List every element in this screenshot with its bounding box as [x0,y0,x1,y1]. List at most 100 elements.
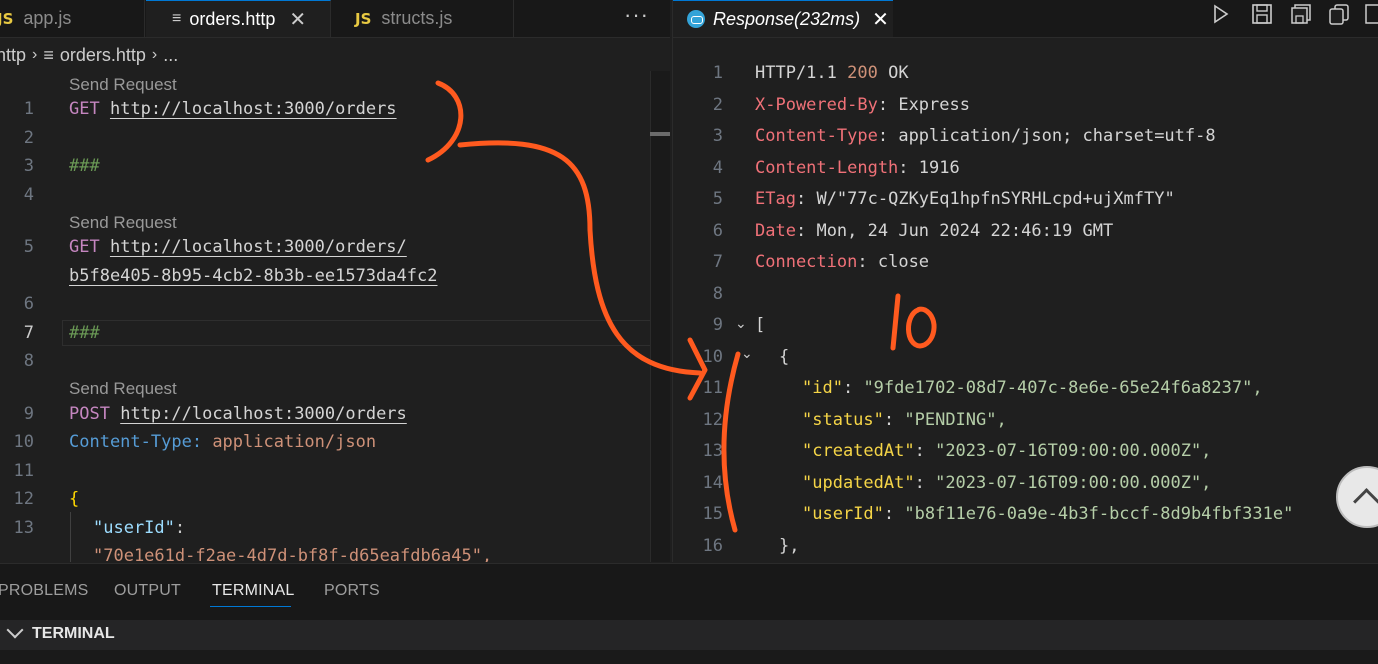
line-number: 5 [23,237,34,257]
header-name: Content-Length [755,158,899,178]
tab-app-js[interactable]: JS app.js [0,0,145,37]
line-number: 4 [712,158,723,178]
header-value: Express [898,95,970,115]
json-open-brace: { [69,489,80,509]
run-icon[interactable] [1211,3,1231,25]
fold-chevron-icon[interactable]: ⌄ [735,316,747,332]
header-name: Connection [755,252,858,272]
header-name: Content-Type [755,126,878,146]
editor-scrollbar[interactable] [650,71,670,562]
save-body-icon[interactable] [1290,3,1311,25]
line-number: 14 [702,473,723,493]
line-number: 11 [13,461,34,481]
bottom-panel: PROBLEMS OUTPUT TERMINAL PORTS TERMINAL [0,563,1378,664]
line-number: 13 [13,518,34,538]
line-number: 9 [712,315,723,335]
json-key: "createdAt" [802,441,915,461]
header-value: application/json [212,432,377,452]
chevron-right-icon: › [32,46,38,63]
terminal-section-header[interactable] [0,620,1378,650]
json-key: "updatedAt" [802,473,915,493]
file-lines-icon: ≡ [172,10,182,27]
tab-terminal[interactable]: TERMINAL [212,582,295,600]
header-value: close [877,252,930,272]
json-value: "2023-07-16T09:00:00.000Z", [935,441,1212,461]
response-header: ETag: W/"77c-QZKyEq1hpfnSYRHLcpd+ujXmfTY… [755,189,1175,209]
http-method: POST [69,404,110,424]
json-key: "status" [802,410,884,430]
line-number: 4 [23,185,34,205]
header-name: ETag [755,189,796,209]
tab-label: orders.http [189,8,276,29]
terminal-area[interactable] [0,650,1378,664]
line-number: 8 [712,284,723,304]
tab-problems[interactable]: PROBLEMS [0,582,89,600]
header-value: W/"77c-QZKyEq1hpfnSYRHLcpd+ujXmfTY" [816,189,1175,209]
tab-label: Response(232ms) [713,8,861,29]
line-number: 1 [23,99,34,119]
json-value: "9fde1702-08d7-407c-8e6e-65e24f6a8237", [863,378,1263,398]
line-number: 3 [23,156,34,176]
tab-response[interactable]: Response(232ms) ✕ [673,0,893,37]
json-entry: "userId": "b8f11e76-0a9e-4b3f-bccf-8d9b4… [802,504,1294,524]
request-editor: JS app.js ≡ orders.http ✕ JS structs.js … [0,0,670,562]
fold-chevron-icon[interactable]: ⌄ [741,346,753,362]
scroll-to-top-button[interactable] [1336,466,1378,528]
line-number: 13 [702,441,723,461]
json-open-brace: { [779,347,790,367]
request-url-continued[interactable]: b5f8e405-8b95-4cb2-8b3b-ee1573da4fc2 [69,266,437,286]
http-version: HTTP/1.1 [755,63,837,83]
send-request-codelens[interactable]: Send Request [69,379,177,399]
breadcrumb-folder[interactable]: http [0,45,26,66]
more-actions-icon[interactable]: ··· [624,0,649,37]
split-editor-icon[interactable] [1363,3,1378,25]
tab-output[interactable]: OUTPUT [114,582,181,600]
header-colon: : [877,126,889,146]
json-colon: : [174,518,186,538]
line-number: 9 [23,404,34,424]
tab-structs-js[interactable]: JS structs.js [331,0,514,37]
header-name: Content-Type: [69,432,203,452]
line-number: 6 [23,294,34,314]
line-number: 15 [702,504,723,524]
json-value: "b8f11e76-0a9e-4b3f-bccf-8d9b4fbf331e" [904,504,1294,524]
header-name: X-Powered-By [755,95,878,115]
json-key: "id" [802,378,843,398]
code-line: GET http://localhost:3000/orders [69,99,397,119]
status-line: HTTP/1.1 200 OK [755,63,909,83]
js-file-icon: JS [0,9,14,28]
tab-ports[interactable]: PORTS [324,582,380,600]
header-value: 1916 [918,158,960,178]
code-line: Content-Type: application/json [69,432,376,452]
response-header: Content-Length: 1916 [755,158,960,178]
send-request-codelens[interactable]: Send Request [69,75,177,95]
request-separator: ### [69,323,100,343]
request-url[interactable]: http://localhost:3000/orders [110,99,397,119]
line-number: 12 [13,489,34,509]
json-string: "70e1e61d-f2ae-4d7d-bf8f-d65eafdb6a45", [93,546,493,562]
json-entry: "updatedAt": "2023-07-16T09:00:00.000Z", [802,473,1212,493]
tab-label: app.js [23,8,72,28]
current-line-highlight [62,320,668,346]
copy-icon[interactable] [1328,3,1349,25]
breadcrumb-file[interactable]: orders.http [60,45,146,66]
json-entry: "status": "PENDING", [802,410,1007,430]
http-method: GET [69,237,100,257]
close-icon[interactable]: ✕ [289,7,306,32]
code-line: "userId": [93,518,185,538]
close-icon[interactable]: ✕ [872,7,889,32]
line-number: 7 [712,252,723,272]
send-request-codelens[interactable]: Send Request [69,213,177,233]
request-url[interactable]: http://localhost:3000/orders/ [110,237,407,257]
save-icon[interactable] [1251,3,1272,25]
scrollbar-thumb[interactable] [650,132,670,136]
line-number: 5 [712,189,723,209]
tab-orders-http[interactable]: ≡ orders.http ✕ [146,0,331,37]
line-number: 16 [702,536,723,556]
breadcrumb-symbols[interactable]: ... [163,45,178,66]
request-url[interactable]: http://localhost:3000/orders [120,404,407,424]
line-number: 10 [702,347,723,367]
request-separator: ### [69,156,100,176]
response-panel: Response(232ms) ✕ 1 2 3 4 5 6 7 8 9 10 1… [672,0,1378,562]
header-colon: : [898,158,909,178]
